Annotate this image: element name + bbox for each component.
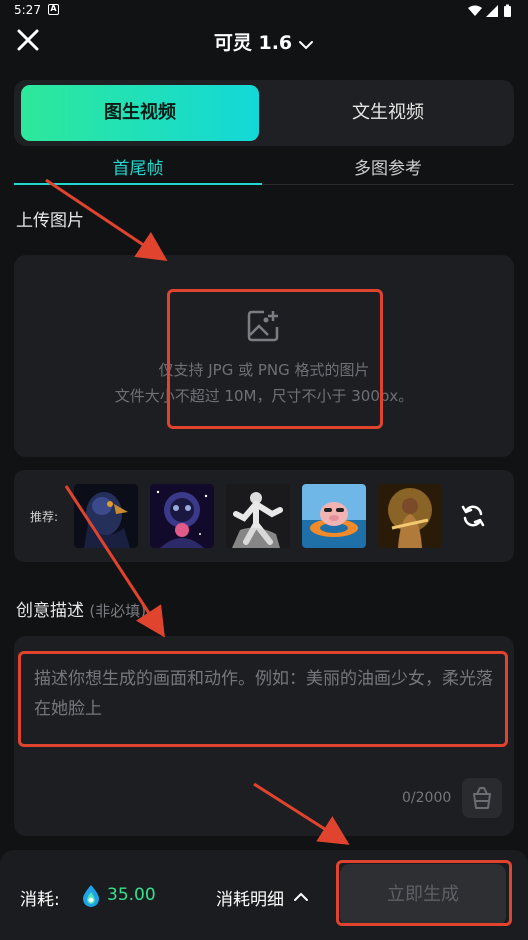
annotation-arrow — [45, 178, 168, 261]
annotation-arrows — [45, 178, 350, 845]
annotation-arrow — [64, 485, 165, 638]
annotation-arrow — [253, 782, 350, 845]
